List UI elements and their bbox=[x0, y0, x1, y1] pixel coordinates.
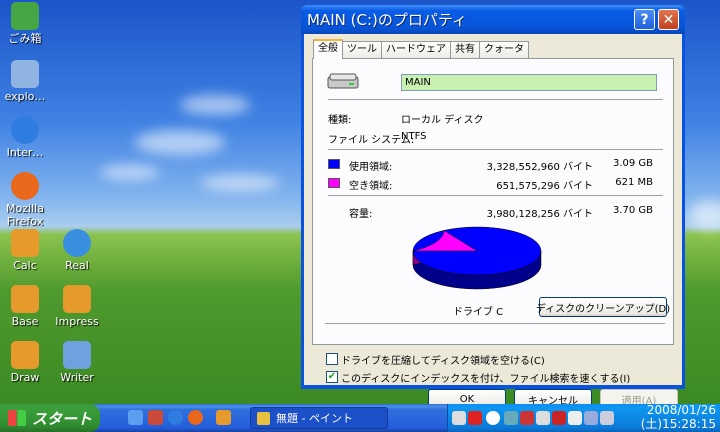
computer-icon bbox=[11, 60, 39, 88]
divider bbox=[328, 195, 663, 196]
used-space-swatch bbox=[328, 159, 340, 169]
quicklaunch-ie-icon[interactable] bbox=[168, 410, 183, 425]
disk-cleanup-button[interactable]: ディスクのクリーンアップ(D) bbox=[536, 297, 670, 317]
shield-icon[interactable] bbox=[552, 411, 566, 425]
clock-date: 2008/01/26 bbox=[646, 403, 716, 417]
quicklaunch-explorer-icon[interactable] bbox=[128, 410, 143, 425]
free-space-size: 621 MB bbox=[615, 177, 653, 188]
desktop-icon-internet-explorer[interactable]: Inter… bbox=[0, 116, 55, 159]
pen-icon[interactable] bbox=[600, 411, 614, 425]
quicklaunch-firefox-icon[interactable] bbox=[188, 410, 203, 425]
keyboard-icon[interactable] bbox=[452, 411, 466, 425]
desktop-icon-real[interactable]: Real bbox=[47, 229, 107, 272]
tab-quota[interactable]: クォータ bbox=[479, 41, 529, 58]
taskbar-button-paint[interactable]: 無題 - ペイント bbox=[250, 407, 388, 429]
disk-usage-pie-chart bbox=[412, 226, 542, 290]
recycle-bin-icon bbox=[11, 2, 39, 30]
help-button[interactable]: ? bbox=[634, 9, 655, 30]
title-bar[interactable]: MAIN (C:)のプロパティ ? ✕ bbox=[301, 5, 685, 34]
volume-icon[interactable] bbox=[536, 411, 550, 425]
taskbar: スタート 無題 - ペイント 2008/01/26 (土)15:28:15 bbox=[0, 403, 720, 432]
divider bbox=[328, 99, 663, 100]
filesystem-value: NTFS bbox=[401, 131, 427, 142]
network-icon[interactable] bbox=[504, 411, 518, 425]
desktop-icon-label: explo… bbox=[4, 90, 46, 103]
close-button[interactable]: ✕ bbox=[658, 9, 679, 30]
firefox-icon bbox=[11, 172, 39, 200]
realplayer-icon bbox=[63, 229, 91, 257]
windows-logo-icon bbox=[8, 410, 26, 426]
used-space-bytes: 3,328,552,960 バイト bbox=[486, 162, 593, 173]
desktop-icon-firefox[interactable]: Mozilla Firefox bbox=[0, 172, 55, 228]
dialog-client: 全般 ツール ハードウェア 共有 クォータ 種類: ローカル ディスク ファイル… bbox=[304, 34, 682, 409]
desktop-icon-recycle-bin[interactable]: ごみ箱 bbox=[0, 2, 55, 45]
expand-tray-icon[interactable] bbox=[486, 411, 500, 425]
antivirus-icon[interactable] bbox=[520, 411, 534, 425]
capacity-size: 3.70 GB bbox=[612, 205, 653, 216]
desktop-icon-label: Mozilla Firefox bbox=[6, 202, 44, 228]
start-label: スタート bbox=[32, 409, 93, 428]
free-space-bytes: 651,575,296 バイト bbox=[496, 181, 593, 192]
tab-general[interactable]: 全般 bbox=[313, 39, 343, 59]
internet-explorer-icon bbox=[11, 116, 39, 144]
taskbar-button-label: 無題 - ペイント bbox=[276, 412, 353, 425]
quicklaunch-media-icon[interactable] bbox=[148, 410, 163, 425]
index-label[interactable]: このディスクにインデックスを付け、ファイル検索を速くする(I) bbox=[341, 370, 630, 385]
writer-icon bbox=[63, 341, 91, 369]
properties-dialog: MAIN (C:)のプロパティ ? ✕ 全般 ツール ハードウェア 共有 クォー… bbox=[301, 5, 685, 409]
tab-hardware[interactable]: ハードウェア bbox=[381, 41, 451, 58]
type-label: 種類: bbox=[328, 115, 352, 126]
battery-icon[interactable] bbox=[568, 411, 582, 425]
desktop-icon-label: Writer bbox=[60, 371, 94, 384]
desktop-icon-explorer[interactable]: explo… bbox=[0, 60, 55, 103]
hard-drive-icon bbox=[327, 73, 359, 89]
divider bbox=[328, 149, 663, 150]
free-space-label: 空き領域: bbox=[349, 181, 393, 192]
drive-name-input[interactable] bbox=[401, 74, 657, 91]
desktop-icon-label: ごみ箱 bbox=[8, 32, 42, 45]
display-icon[interactable] bbox=[584, 411, 598, 425]
start-button[interactable]: スタート bbox=[0, 404, 100, 432]
compress-label[interactable]: ドライブを圧縮してディスク領域を空ける(C) bbox=[341, 352, 545, 367]
base-icon bbox=[11, 285, 39, 313]
drive-label: ドライブ C bbox=[453, 307, 504, 318]
calc-icon bbox=[11, 229, 39, 257]
desktop-icon-label: Inter… bbox=[6, 146, 44, 159]
impress-icon bbox=[63, 285, 91, 313]
divider bbox=[325, 323, 665, 324]
used-space-label: 使用領域: bbox=[349, 162, 393, 173]
index-checkbox[interactable]: ✔ bbox=[326, 371, 338, 383]
free-space-swatch bbox=[328, 178, 340, 188]
capacity-bytes: 3,980,128,256 バイト bbox=[486, 209, 593, 220]
tab-strip: 全般 ツール ハードウェア 共有 クォータ bbox=[313, 39, 529, 59]
clock-time: (土)15:28:15 bbox=[640, 417, 716, 431]
draw-icon bbox=[11, 341, 39, 369]
compress-checkbox[interactable] bbox=[326, 353, 338, 365]
quicklaunch-calc-icon[interactable] bbox=[216, 410, 231, 425]
dialog-title: MAIN (C:)のプロパティ bbox=[307, 11, 467, 29]
desktop-icon-label: Real bbox=[65, 259, 89, 272]
system-tray: 2008/01/26 (土)15:28:15 bbox=[447, 403, 720, 432]
capacity-label: 容量: bbox=[349, 209, 373, 220]
paint-icon bbox=[257, 411, 270, 425]
tab-sharing[interactable]: 共有 bbox=[450, 41, 480, 58]
clock[interactable]: 2008/01/26 (土)15:28:15 bbox=[641, 403, 716, 431]
tab-tools[interactable]: ツール bbox=[342, 41, 382, 58]
desktop-icon-writer[interactable]: Writer bbox=[47, 341, 107, 384]
type-value: ローカル ディスク bbox=[401, 115, 484, 126]
desktop-icon-impress[interactable]: Impress bbox=[47, 285, 107, 328]
general-tab-panel: 種類: ローカル ディスク ファイル システム: NTFS 使用領域: 3,32… bbox=[312, 58, 674, 345]
security-icon[interactable] bbox=[468, 411, 482, 425]
used-space-size: 3.09 GB bbox=[612, 158, 653, 169]
desktop-icon-label: Impress bbox=[55, 315, 99, 328]
